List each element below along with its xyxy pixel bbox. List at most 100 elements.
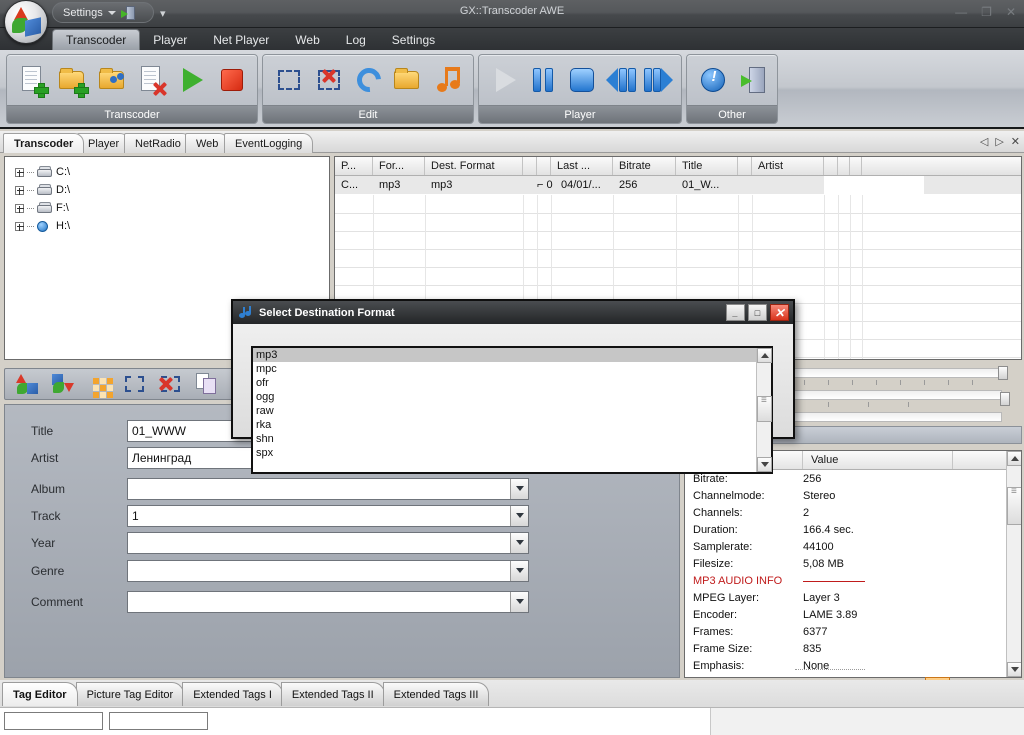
column-header-bitrate[interactable]: Bitrate	[613, 157, 676, 175]
dropdown-option-ogg[interactable]: ogg	[253, 390, 771, 404]
properties-scrollbar[interactable]	[1006, 451, 1021, 677]
column-header-blank-5[interactable]	[838, 157, 850, 175]
column-header-title[interactable]: Title	[676, 157, 738, 175]
main-tab-net-player[interactable]: Net Player	[200, 29, 282, 50]
exit-icon[interactable]	[737, 64, 768, 96]
scroll-up-button[interactable]	[1007, 451, 1021, 466]
tree-item-f[interactable]: F:\	[5, 199, 329, 217]
dropdown-option-ofr[interactable]: ofr	[253, 376, 771, 390]
track-dropdown-button[interactable]	[510, 505, 528, 526]
open-folder-icon[interactable]	[392, 64, 423, 96]
copy-tags-icon[interactable]	[195, 372, 219, 396]
table-row[interactable]: C... mp3 mp3 ⌐ 0 04/01/... 256 01_W...	[335, 176, 1021, 194]
status-field-2[interactable]	[109, 712, 208, 730]
column-header-blank-7[interactable]	[862, 157, 1013, 175]
dialog-close-button[interactable]: ✕	[770, 304, 789, 321]
seek-slider-thumb[interactable]	[998, 366, 1008, 380]
properties-column-value[interactable]: Value	[803, 451, 953, 469]
tree-item-h[interactable]: H:\	[5, 217, 329, 235]
stop-player-icon[interactable]	[565, 64, 595, 96]
start-transcode-icon[interactable]	[176, 64, 207, 96]
music-folder-icon[interactable]	[97, 64, 128, 96]
dropdown-option-spx[interactable]: spx	[253, 446, 771, 460]
column-header-dest-format[interactable]: Dest. Format	[425, 157, 523, 175]
music-note-icon[interactable]	[432, 64, 463, 96]
scroll-left-icon[interactable]: ◁	[980, 135, 988, 148]
dialog-minimize-button[interactable]: _	[726, 304, 745, 321]
scroll-right-icon[interactable]: ▷	[995, 135, 1003, 148]
comment-dropdown-button[interactable]	[510, 591, 528, 612]
bottom-tab-picture-tag-editor[interactable]: Picture Tag Editor	[75, 682, 185, 706]
stop-transcode-icon[interactable]	[216, 64, 247, 96]
column-header-blank-4[interactable]	[824, 157, 838, 175]
deselect-icon[interactable]	[313, 64, 344, 96]
sub-tab-web[interactable]: Web	[185, 133, 230, 153]
audio-properties-panel[interactable]: Value Bitrate: 256 Channelmode: Stereo Cha…	[684, 450, 1022, 678]
scroll-down-button[interactable]	[757, 457, 772, 472]
main-tab-log[interactable]: Log	[333, 29, 379, 50]
dialog-maximize-button[interactable]: □	[748, 304, 767, 321]
column-header-blank-6[interactable]	[850, 157, 862, 175]
refresh-icon[interactable]	[351, 63, 386, 97]
dropdown-scrollbar[interactable]	[756, 348, 772, 472]
expand-icon[interactable]	[15, 203, 24, 213]
column-header-blank-2[interactable]	[537, 157, 551, 175]
column-header-blank-3[interactable]	[738, 157, 752, 175]
exit-door-icon[interactable]	[120, 5, 135, 20]
select-all-tags-icon[interactable]	[123, 372, 147, 396]
scroll-down-button[interactable]	[1007, 662, 1021, 677]
bottom-tab-tag-editor[interactable]: Tag Editor	[2, 682, 78, 706]
track-input[interactable]: 1	[127, 504, 529, 527]
column-header-blank-1[interactable]	[523, 157, 537, 175]
close-tab-icon[interactable]: ✕	[1011, 135, 1020, 148]
clear-tags-icon[interactable]	[158, 372, 183, 396]
scrollbar-thumb[interactable]	[757, 395, 772, 422]
scrollbar-thumb[interactable]	[1007, 486, 1021, 525]
close-button[interactable]: ✕	[1006, 6, 1016, 18]
read-tags-icon[interactable]	[15, 372, 39, 396]
album-dropdown-button[interactable]	[510, 478, 528, 499]
column-header-artist[interactable]: Artist	[752, 157, 824, 175]
sub-tab-player[interactable]: Player	[77, 133, 131, 153]
remove-file-icon[interactable]	[136, 64, 167, 96]
main-tab-web[interactable]: Web	[282, 29, 332, 50]
next-icon[interactable]	[642, 64, 673, 96]
main-tab-transcoder[interactable]: Transcoder	[52, 29, 141, 50]
column-header-priority[interactable]: P...	[335, 157, 373, 175]
tag-grid-icon[interactable]	[87, 372, 113, 398]
settings-menu-button[interactable]: Settings	[52, 2, 154, 23]
bottom-tab-extended-tags-2[interactable]: Extended Tags II	[280, 682, 385, 706]
dropdown-option-mpc[interactable]: mpc	[253, 362, 771, 376]
pause-icon[interactable]	[527, 64, 556, 96]
select-all-icon[interactable]	[273, 64, 304, 96]
expand-icon[interactable]	[15, 221, 24, 231]
properties-hscroll-grip[interactable]	[795, 669, 865, 676]
scroll-up-button[interactable]	[757, 348, 772, 363]
restore-button[interactable]: ❐	[981, 6, 992, 18]
bottom-tab-extended-tags-1[interactable]: Extended Tags I	[182, 682, 283, 706]
genre-dropdown-button[interactable]	[510, 560, 528, 581]
about-icon[interactable]	[697, 64, 728, 96]
main-tab-settings[interactable]: Settings	[379, 29, 448, 50]
column-header-format[interactable]: For...	[373, 157, 425, 175]
album-input[interactable]	[127, 477, 529, 500]
write-tags-icon[interactable]	[51, 372, 75, 396]
dialog-title-bar[interactable]: Select Destination Format _ □ ✕	[233, 301, 793, 324]
tree-item-d[interactable]: D:\	[5, 181, 329, 199]
play-icon[interactable]	[489, 64, 518, 96]
year-input[interactable]	[127, 531, 529, 554]
dropdown-option-shn[interactable]: shn	[253, 432, 771, 446]
bottom-tab-extended-tags-3[interactable]: Extended Tags III	[382, 682, 490, 706]
year-dropdown-button[interactable]	[510, 532, 528, 553]
sub-tab-transcoder[interactable]: Transcoder	[3, 133, 85, 153]
minimize-button[interactable]: —	[955, 6, 967, 18]
dropdown-option-rka[interactable]: rka	[253, 418, 771, 432]
sub-tab-netradio[interactable]: NetRadio	[124, 133, 192, 153]
status-field-1[interactable]	[4, 712, 103, 730]
sub-tab-eventlogging[interactable]: EventLogging	[224, 133, 314, 153]
comment-input[interactable]	[127, 590, 529, 613]
properties-column-extra[interactable]	[953, 451, 1007, 469]
destination-format-dropdown-list[interactable]: mp3 mpc ofr ogg raw rka shn spx	[251, 346, 773, 474]
dropdown-option-raw[interactable]: raw	[253, 404, 771, 418]
main-tab-player[interactable]: Player	[140, 29, 200, 50]
